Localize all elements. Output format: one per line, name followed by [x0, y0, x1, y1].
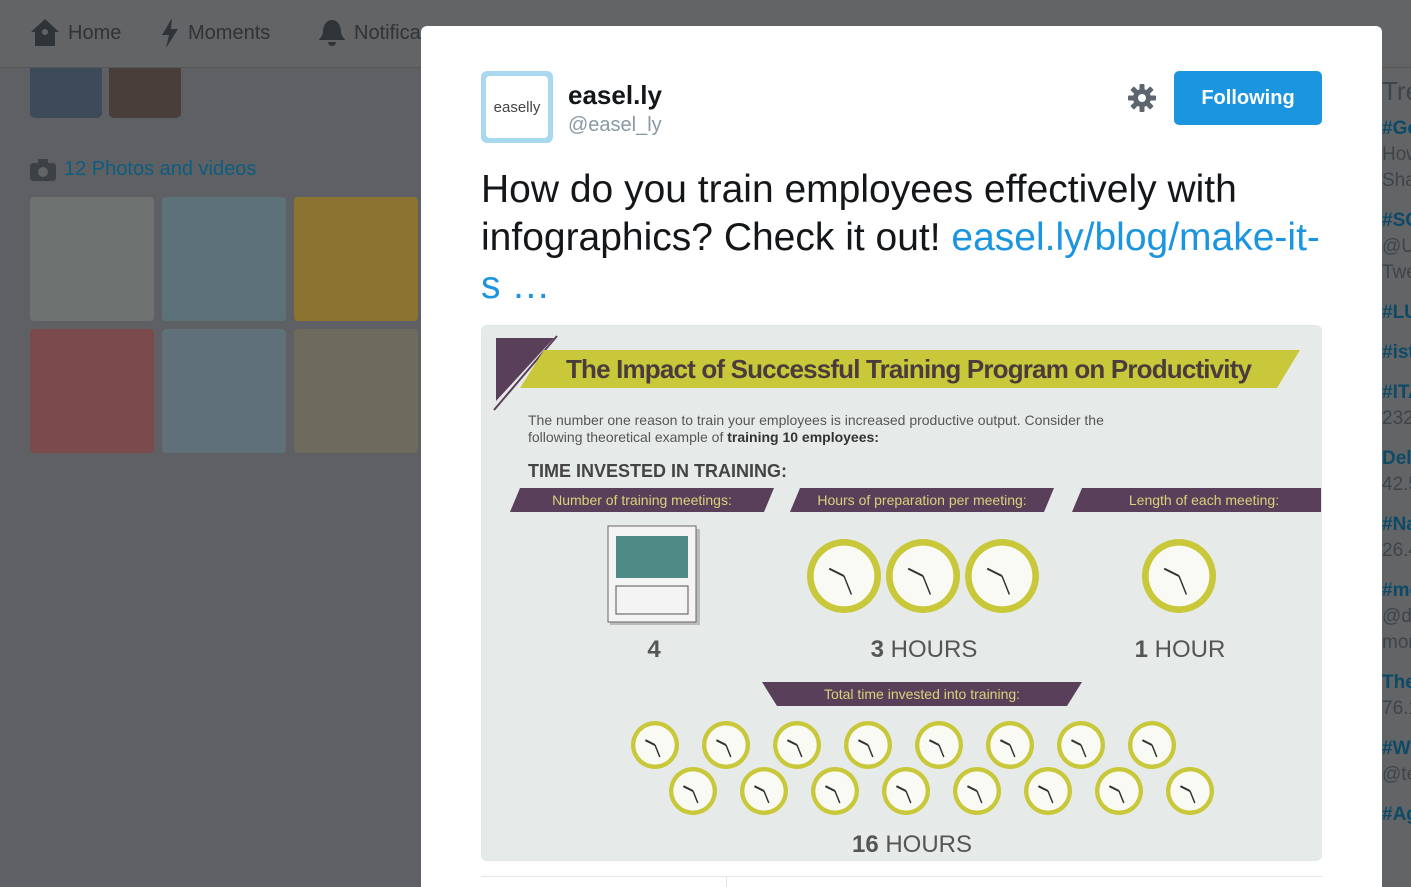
trend-subtext: mor	[1382, 632, 1411, 653]
clock-icon	[882, 767, 930, 815]
photo-thumbnail[interactable]	[162, 197, 286, 321]
clock-icon	[886, 539, 960, 613]
total-label: Total time invested into training:	[824, 686, 1020, 702]
label-text: Length of each meeting:	[1129, 492, 1279, 508]
nav-moments[interactable]: Moments	[160, 18, 270, 48]
photos-videos-link[interactable]: 12 Photos and videos	[30, 158, 256, 181]
nav-notifications[interactable]: Notifica	[318, 18, 421, 48]
trends-panel: Tre #Go How Sha #SC @U Twe #LU #ist #ITA 232 Del 42…	[1382, 68, 1411, 887]
clock-icon	[1128, 721, 1176, 769]
home-icon	[31, 19, 59, 46]
clock-icon	[844, 721, 892, 769]
clock-icon	[669, 767, 717, 815]
nav-moments-label: Moments	[188, 21, 271, 44]
clock-icon	[631, 721, 679, 769]
trend-item[interactable]: #W	[1382, 738, 1411, 760]
trend-subtext: 42.5	[1382, 474, 1411, 495]
user-handle[interactable]: @easel_ly	[568, 114, 662, 137]
trend-subtext: 232	[1382, 408, 1411, 429]
clock-icon	[953, 767, 1001, 815]
trend-item[interactable]: Del	[1382, 448, 1411, 470]
meetings-value: 4	[647, 636, 661, 663]
trend-subtext: Sha	[1382, 170, 1411, 191]
trend-subtext: 26.4	[1382, 540, 1411, 561]
clock-icon	[1142, 539, 1216, 613]
tweet-image-infographic[interactable]: The Impact of Successful Training Progra…	[481, 325, 1322, 861]
total-hours-value: 16 HOURS	[852, 831, 972, 858]
camera-icon	[30, 158, 56, 181]
divider	[481, 876, 1322, 877]
photo-thumbnail[interactable]	[30, 329, 154, 453]
clock-icon	[915, 721, 963, 769]
clock-icon	[965, 539, 1039, 613]
clock-icon	[1166, 767, 1214, 815]
clock-icon	[1057, 721, 1105, 769]
label-text: Number of training meetings:	[552, 492, 732, 508]
trend-subtext: @U	[1382, 236, 1411, 257]
photos-videos-label: 12 Photos and videos	[64, 158, 257, 180]
photo-thumbnail[interactable]	[294, 329, 418, 453]
meeting-length-value: 1 HOUR	[1135, 636, 1226, 663]
photo-thumbnail[interactable]	[30, 197, 154, 321]
trend-subtext: Twe	[1382, 262, 1411, 283]
calendar-icon	[607, 525, 700, 625]
trend-item[interactable]: #Na	[1382, 514, 1411, 536]
clock-icon	[740, 767, 788, 815]
trend-item[interactable]: #SC	[1382, 210, 1411, 232]
trend-subtext: How	[1382, 144, 1411, 165]
clock-icon	[1095, 767, 1143, 815]
trend-item[interactable]: #ITA	[1382, 382, 1411, 404]
trend-subtext: 76.1	[1382, 698, 1411, 719]
tweet-modal: easelly easel.ly @easel_ly Following How…	[421, 26, 1382, 887]
infographic-intro: The number one reason to train your empl…	[528, 412, 1104, 428]
infographic-intro2: following theoretical example of trainin…	[528, 429, 879, 445]
user-avatar[interactable]: easelly	[481, 71, 553, 143]
nav-home[interactable]: Home	[30, 18, 121, 48]
logo-text: easelly	[486, 76, 548, 138]
trend-item[interactable]: #ist	[1382, 342, 1411, 364]
tweet-text: How do you train employees effectively w…	[481, 166, 1331, 310]
gear-icon[interactable]	[1127, 83, 1157, 113]
trend-item[interactable]: #mo	[1382, 580, 1411, 602]
infographic-title: The Impact of Successful Training Progra…	[566, 354, 1253, 384]
trend-item[interactable]: The	[1382, 672, 1411, 694]
trend-item[interactable]: #Go	[1382, 118, 1411, 140]
photo-thumbnail[interactable]	[294, 197, 418, 321]
photo-thumbnail[interactable]	[162, 329, 286, 453]
user-name[interactable]: easel.ly	[568, 80, 662, 111]
nav-notifications-label: Notifica	[354, 21, 421, 44]
clock-icon	[811, 767, 859, 815]
clock-icon	[702, 721, 750, 769]
nav-home-label: Home	[68, 21, 122, 44]
follower-avatar[interactable]	[109, 68, 181, 118]
trends-title: Tre	[1382, 76, 1411, 106]
clock-icon	[1024, 767, 1072, 815]
follower-avatar[interactable]	[30, 68, 102, 118]
trend-item[interactable]: #LU	[1382, 302, 1411, 324]
clock-icon	[773, 721, 821, 769]
divider	[726, 877, 727, 887]
trend-subtext: @d	[1382, 606, 1411, 627]
clock-icon	[986, 721, 1034, 769]
following-button[interactable]: Following	[1174, 71, 1322, 125]
trend-item[interactable]: #Ag	[1382, 804, 1411, 826]
clock-icon	[807, 539, 881, 613]
prep-hours-value: 3 HOURS	[871, 636, 978, 663]
trend-subtext: @te	[1382, 764, 1411, 785]
lightning-icon	[162, 18, 178, 48]
bell-icon	[319, 20, 345, 46]
section-heading: TIME INVESTED IN TRAINING:	[528, 461, 787, 481]
label-text: Hours of preparation per meeting:	[817, 492, 1026, 508]
